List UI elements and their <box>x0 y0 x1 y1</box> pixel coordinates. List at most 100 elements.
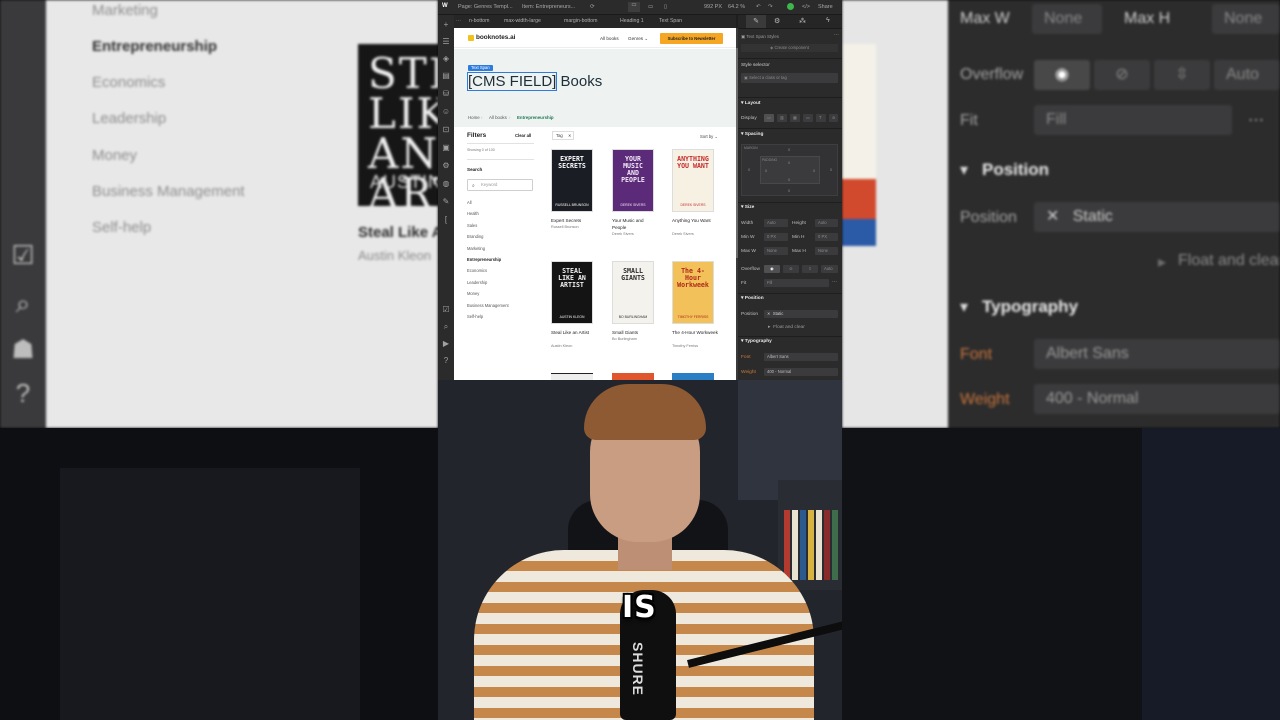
spacing-header[interactable]: ▾ Spacing <box>741 132 763 137</box>
padding-right-value[interactable]: 0 <box>813 168 815 173</box>
max-h-field[interactable]: None <box>815 247 838 255</box>
overflow-auto[interactable]: Auto <box>821 265 838 273</box>
more-icon[interactable]: ⋯ <box>456 18 461 24</box>
breadcrumb-item[interactable]: margin-bottom <box>564 18 597 24</box>
item-selector[interactable]: Item: Entrepreneurs... <box>522 4 575 10</box>
navigator-icon[interactable]: ☰ <box>441 37 451 47</box>
filter-category-item[interactable]: Marketing <box>467 246 485 251</box>
spacing-box[interactable]: MARGIN 0 0 0 0 PADDING 0 0 0 0 <box>741 144 838 196</box>
size-header[interactable]: ▾ Size <box>741 205 754 210</box>
display-flex-icon[interactable]: ▥ <box>777 114 787 122</box>
display-inline-icon[interactable]: T <box>816 114 826 122</box>
filter-category-item[interactable]: Health <box>467 211 479 216</box>
help-icon[interactable]: ? <box>441 356 451 366</box>
tablet-icon[interactable]: ▭ <box>648 4 653 10</box>
add-icon[interactable]: + <box>441 20 451 30</box>
book-cover[interactable]: The 4-Hour Workweek TIMOTHY FERRISS <box>672 261 714 324</box>
more-icon[interactable]: ⋯ <box>834 33 839 38</box>
redo-icon[interactable]: ↷ <box>768 4 773 10</box>
nav-all-books[interactable]: All books <box>600 36 619 41</box>
float-clear[interactable]: ▸ Float and clear <box>768 325 805 330</box>
font-field[interactable]: Albert Sans <box>764 353 838 361</box>
components-icon[interactable]: ◈ <box>441 54 451 64</box>
sort-by-dropdown[interactable]: Sort by ⌄ <box>700 134 718 139</box>
refresh-icon[interactable]: ⟳ <box>590 4 595 10</box>
margin-bottom-value[interactable]: 0 <box>788 188 790 193</box>
lightning-icon[interactable]: ϟ <box>826 17 830 24</box>
nav-genres[interactable]: Genres ⌄ <box>628 36 648 42</box>
book-title[interactable]: Steal Like an Artist <box>551 329 597 336</box>
filter-category-item[interactable]: Money <box>467 291 479 296</box>
undo-icon[interactable]: ↶ <box>756 4 761 10</box>
min-w-field[interactable]: 0 PX <box>764 233 788 241</box>
eye-icon[interactable]: ◉ <box>764 265 780 273</box>
filter-category-item[interactable]: Economics <box>467 268 487 273</box>
breadcrumb-item[interactable]: Text Span <box>659 18 682 24</box>
subscribe-button[interactable]: Subscribe to Newsletter <box>660 33 723 44</box>
padding-top-value[interactable]: 0 <box>788 160 790 165</box>
book-cover[interactable]: SMALL GIANTS BO BURLINGHAM <box>612 261 654 324</box>
share-button[interactable]: Share <box>818 4 833 10</box>
display-none-icon[interactable]: ⊘ <box>829 114 838 122</box>
margin-left-value[interactable]: 0 <box>748 167 750 172</box>
code-icon[interactable]: </> <box>802 4 810 10</box>
book-title[interactable]: Your Music and People <box>612 217 658 231</box>
interactions-icon[interactable]: ⁂ <box>799 17 806 25</box>
cms-icon[interactable]: ⛁ <box>441 89 451 99</box>
height-field[interactable]: Auto <box>815 219 838 227</box>
display-grid-icon[interactable]: ▦ <box>790 114 800 122</box>
padding-box[interactable]: PADDING 0 0 0 0 <box>760 156 820 184</box>
page-selector[interactable]: Page: Genres Templ... <box>458 4 513 10</box>
display-inline-block-icon[interactable]: ▭ <box>803 114 813 122</box>
filter-category-item[interactable]: Sales <box>467 223 477 228</box>
settings-icon[interactable]: ⚙ <box>441 161 451 171</box>
filter-category-item[interactable]: All <box>467 200 472 205</box>
position-header[interactable]: ▾ Position <box>741 296 764 301</box>
padding-left-value[interactable]: 0 <box>765 168 767 173</box>
weight-field[interactable]: 400 - Normal <box>764 368 838 376</box>
filter-category-item[interactable]: Branding <box>467 234 483 239</box>
eye-off-icon[interactable]: ⊘ <box>783 265 799 273</box>
create-component-button[interactable]: ◈ Create component <box>741 44 838 52</box>
desktop-icon[interactable]: ▭ <box>628 2 640 12</box>
filter-category-item[interactable]: Business Management <box>467 303 509 308</box>
brush-icon[interactable]: ✎ <box>441 197 451 207</box>
site-logo[interactable]: booknotes.ai <box>476 34 515 41</box>
book-title[interactable]: Small Giants <box>612 329 658 336</box>
assets-icon[interactable]: ▣ <box>441 143 451 153</box>
crumb-home[interactable]: Home <box>468 115 480 120</box>
position-field[interactable]: ✕ Static <box>764 310 838 318</box>
brush-icon[interactable]: ✎ <box>746 15 766 28</box>
width-field[interactable]: Auto <box>764 219 788 227</box>
scroll-icon[interactable]: ⇳ <box>802 265 818 273</box>
book-title[interactable]: The 4-Hour Workweek <box>672 329 718 336</box>
more-icon[interactable]: ⋯ <box>832 280 837 285</box>
search-icon[interactable]: ⌕ <box>441 322 451 332</box>
margin-top-value[interactable]: 0 <box>788 147 790 152</box>
users-icon[interactable]: ☺ <box>441 107 451 117</box>
min-h-field[interactable]: 0 PX <box>815 233 838 241</box>
book-title[interactable]: Anything You Want <box>672 217 718 224</box>
crumb-all-books[interactable]: All books <box>489 115 507 120</box>
breadcrumb-item[interactable]: max-width-large <box>504 18 541 24</box>
close-icon[interactable]: ✕ <box>568 133 572 138</box>
book-cover[interactable]: STEAL LIKE AN ARTIST AUSTIN KLEON <box>551 261 593 324</box>
filter-category-item[interactable]: Self-help <box>467 314 483 319</box>
filter-category-item[interactable]: Entrepreneurship <box>467 257 501 262</box>
video-icon[interactable]: ▶ <box>441 339 451 349</box>
filter-category-item[interactable]: Leadership <box>467 280 487 285</box>
keyword-input[interactable]: ⌕ Keyword <box>467 179 533 191</box>
mobile-icon[interactable]: ▯ <box>664 4 667 10</box>
book-title[interactable]: Expert Secrets <box>551 217 597 224</box>
book-cover[interactable]: ANYTHING YOU WANT DEREK SIVERS <box>672 149 714 212</box>
book-cover[interactable]: EXPERT SECRETS RUSSELL BRUNSON <box>551 149 593 212</box>
page-title[interactable]: [CMS FIELD] Books <box>466 72 602 91</box>
apps-icon[interactable]: ◍ <box>441 179 451 189</box>
typography-header[interactable]: ▾ Typography <box>741 339 772 344</box>
tag-filter-pill[interactable]: Tag ✕ <box>552 131 574 140</box>
cms-field-span[interactable]: [CMS FIELD] <box>466 72 558 91</box>
layout-header[interactable]: ▾ Layout <box>741 101 760 106</box>
check-icon[interactable]: ☑ <box>441 305 451 315</box>
padding-bottom-value[interactable]: 0 <box>788 177 790 182</box>
book-cover[interactable]: YOUR MUSIC AND PEOPLE DEREK SIVERS <box>612 149 654 212</box>
